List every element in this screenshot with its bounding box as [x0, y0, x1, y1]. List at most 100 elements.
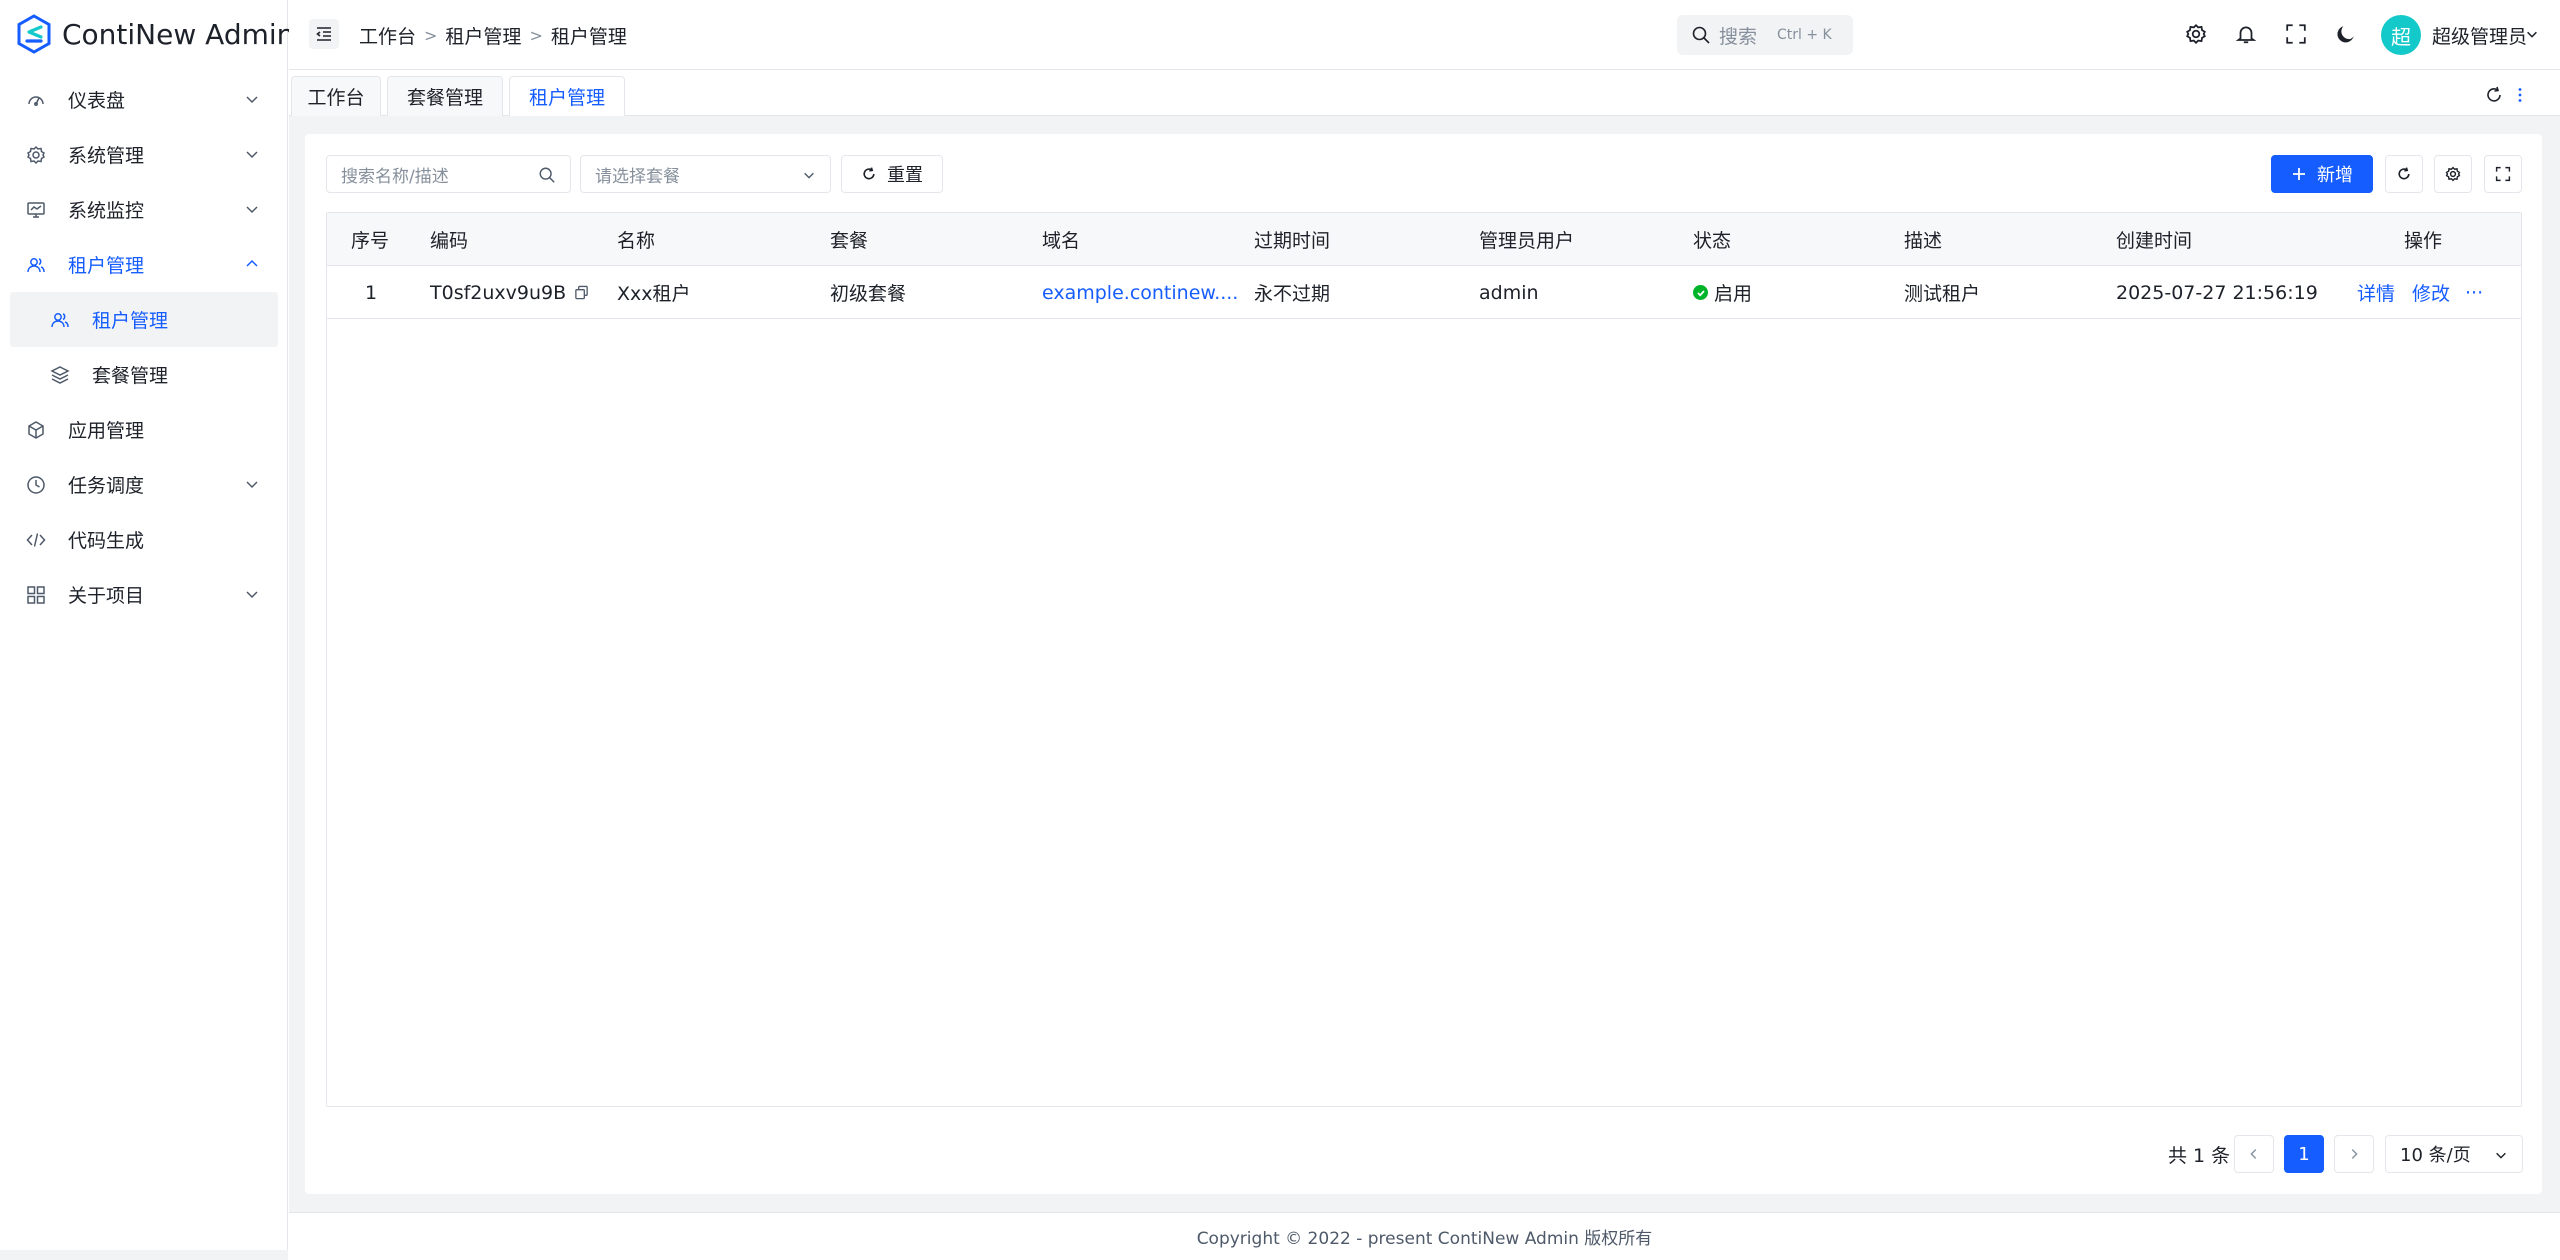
chevron-down-icon: [246, 151, 258, 159]
gear-icon: [2445, 166, 2461, 182]
sidebar-item-dashboard[interactable]: 仪表盘: [0, 72, 288, 127]
fullscreen-icon: [2286, 24, 2306, 44]
sidebar-item-monitor[interactable]: 系统监控: [0, 182, 288, 237]
table-fullscreen-button[interactable]: [2484, 155, 2522, 193]
add-label: 新增: [2317, 165, 2353, 186]
avatar[interactable]: 超: [2381, 15, 2421, 55]
breadcrumb-item[interactable]: 租户管理: [445, 22, 521, 49]
column-header-code: 编码: [430, 230, 469, 252]
column-settings-button[interactable]: [2434, 155, 2472, 193]
logo-icon: [17, 14, 51, 54]
tab-tenant-management[interactable]: 租户管理: [509, 76, 625, 116]
theme-toggle-button[interactable]: [2334, 22, 2358, 46]
cell-domain-link[interactable]: example.continew....: [1042, 266, 1238, 319]
settings-button[interactable]: [2184, 22, 2208, 46]
collapse-menu-button[interactable]: [309, 19, 339, 49]
search-input[interactable]: 搜索名称/描述: [326, 155, 571, 193]
package-select-placeholder: 请选择套餐: [595, 166, 680, 187]
table-row: 1 T0sf2uxv9u9B Xxx租户 初级套餐 example.contin…: [327, 266, 2521, 319]
sidebar-scrollbar[interactable]: [0, 1250, 288, 1260]
sidebar-item-app[interactable]: 应用管理: [0, 402, 288, 457]
cell-name: Xxx租户: [617, 283, 691, 305]
tenant-table: 序号 编码 名称 套餐 域名 过期时间 管理员用户 状态 描述 创建时间 操作 …: [326, 212, 2522, 1107]
sidebar-item-label: 系统管理: [68, 145, 145, 167]
menu-fold-icon: [316, 27, 331, 41]
package-select[interactable]: 请选择套餐: [580, 155, 831, 193]
cell-code: T0sf2uxv9u9B: [430, 266, 589, 319]
sidebar-item-label: 系统监控: [68, 200, 145, 222]
tab-package-management[interactable]: 套餐管理: [387, 76, 503, 116]
sidebar-item-label: 套餐管理: [92, 365, 169, 387]
sidebar-item-tenant[interactable]: 租户管理: [0, 237, 288, 292]
sidebar-subitem-package-management[interactable]: 套餐管理: [0, 347, 288, 402]
search-shortcut: Ctrl + K: [1777, 27, 1832, 43]
fullscreen-icon: [2495, 166, 2511, 182]
column-header-status: 状态: [1693, 230, 1732, 252]
column-header-name: 名称: [617, 230, 656, 252]
sidebar-item-system[interactable]: 系统管理: [0, 127, 288, 182]
chevron-left-icon: [2250, 1149, 2257, 1159]
detail-button[interactable]: 详情: [2357, 266, 2395, 319]
next-page-button[interactable]: [2334, 1135, 2374, 1173]
sidebar-item-schedule[interactable]: 任务调度: [0, 457, 288, 512]
global-search[interactable]: 搜索 Ctrl + K: [1677, 15, 1853, 55]
sidebar-subitem-tenant-management[interactable]: 租户管理: [10, 292, 278, 347]
fullscreen-button[interactable]: [2284, 22, 2308, 46]
cell-index: 1: [365, 281, 378, 304]
search-input-placeholder: 搜索名称/描述: [341, 166, 449, 187]
chevron-down-icon: [246, 96, 258, 104]
logo[interactable]: ContiNew Admin: [16, 14, 294, 54]
sidebar-item-codegen[interactable]: 代码生成: [0, 512, 288, 567]
user-name[interactable]: 超级管理员: [2432, 22, 2527, 49]
top-header: 工作台 > 租户管理 > 租户管理: [289, 0, 2560, 70]
page-tabs: 工作台 套餐管理 租户管理: [289, 70, 2560, 116]
cube-icon: [26, 420, 46, 440]
tab-workbench[interactable]: 工作台: [291, 76, 381, 116]
add-tenant-button[interactable]: 新增: [2271, 155, 2373, 193]
page-button[interactable]: 1: [2284, 1135, 2324, 1173]
chevron-down-icon: [2496, 1152, 2506, 1159]
page-size-value: 10 条/页: [2400, 1145, 2471, 1166]
more-actions-button[interactable]: ···: [2465, 266, 2483, 319]
search-icon: [1692, 26, 1710, 44]
cell-created: 2025-07-27 21:56:19: [2116, 281, 2318, 304]
chevron-down-icon: [246, 206, 258, 214]
sidebar-item-label: 任务调度: [68, 475, 145, 497]
chevron-right-icon: [2351, 1149, 2358, 1159]
chevron-down-icon[interactable]: [2525, 27, 2539, 41]
column-header-expire: 过期时间: [1254, 230, 1331, 252]
page-size-select[interactable]: 10 条/页: [2385, 1135, 2523, 1173]
column-header-created: 创建时间: [2116, 230, 2193, 252]
breadcrumb-item[interactable]: 工作台: [359, 22, 416, 49]
cell-description: 测试租户: [1904, 283, 1981, 305]
check-circle-icon: [1693, 285, 1708, 300]
more-vertical-icon[interactable]: [2510, 85, 2530, 105]
monitor-icon: [26, 200, 46, 220]
gear-icon: [26, 145, 46, 165]
refresh-icon[interactable]: [2484, 85, 2504, 105]
user-icon: [50, 310, 70, 330]
table-refresh-button[interactable]: [2385, 155, 2423, 193]
column-header-index: 序号: [351, 230, 390, 252]
table-header: 序号 编码 名称 套餐 域名 过期时间 管理员用户 状态 描述 创建时间 操作: [327, 213, 2521, 266]
sidebar: ContiNew Admin 仪表盘 系统管理 系统监控 租户管理 租户管理 套…: [0, 0, 294, 1260]
chevron-down-icon: [246, 591, 258, 599]
column-header-domain: 域名: [1042, 230, 1081, 252]
breadcrumb-separator-icon: >: [529, 26, 543, 45]
copyright-text: Copyright © 2022 - present ContiNew Admi…: [1196, 1229, 1653, 1249]
refresh-icon: [2398, 167, 2410, 180]
prev-page-button[interactable]: [2234, 1135, 2274, 1173]
sidebar-item-about[interactable]: 关于项目: [0, 567, 288, 622]
edit-button[interactable]: 修改: [2412, 266, 2450, 319]
notification-button[interactable]: [2234, 22, 2258, 46]
users-icon: [26, 255, 46, 275]
copy-icon[interactable]: [574, 285, 589, 300]
column-header-admin: 管理员用户: [1479, 230, 1575, 252]
cell-expire: 永不过期: [1254, 283, 1331, 305]
column-header-package: 套餐: [830, 230, 869, 252]
apps-icon: [26, 585, 46, 605]
reset-button[interactable]: 重置: [841, 155, 943, 193]
plus-icon: [2293, 168, 2305, 180]
search-placeholder: 搜索: [1719, 25, 1758, 48]
moon-icon: [2337, 26, 2354, 43]
